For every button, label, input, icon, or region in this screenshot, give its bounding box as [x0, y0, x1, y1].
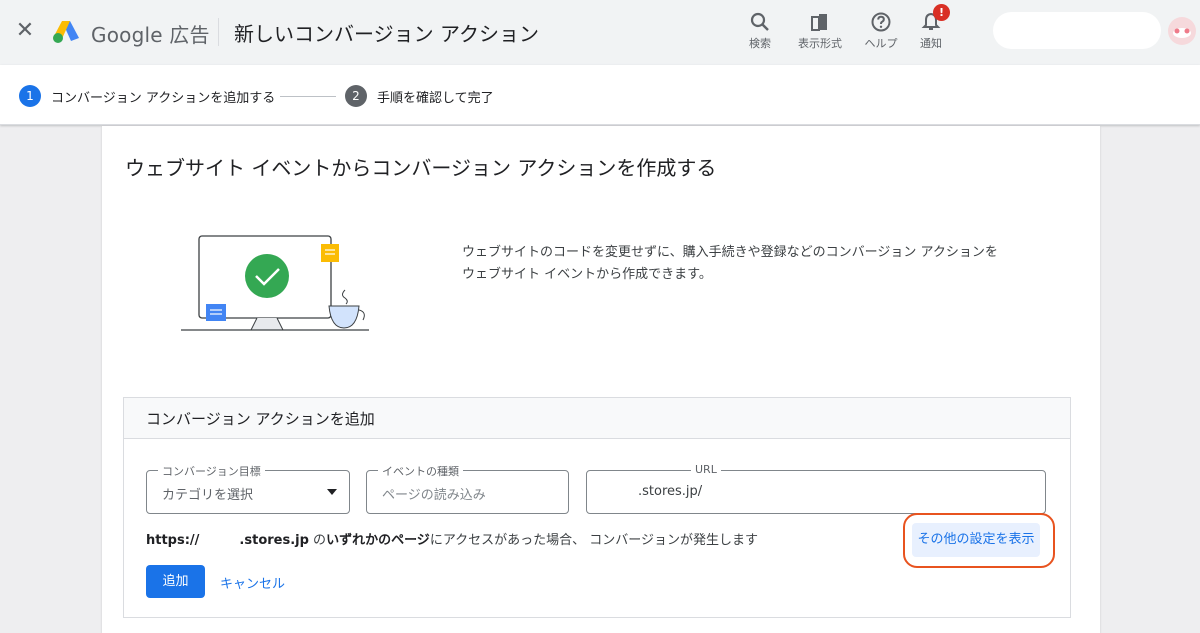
conversion-goal-value: カテゴリを選択 [162, 488, 254, 503]
appearance-tool-label: 表示形式 [798, 37, 842, 50]
event-type-label: イベントの種類 [378, 463, 463, 479]
account-search-field[interactable] [993, 12, 1161, 49]
more-settings-button[interactable]: その他の設定を表示 [912, 523, 1040, 557]
add-conversion-section: コンバージョン アクションを追加 コンバージョン目標 カテゴリを選択 イベントの… [123, 397, 1071, 618]
notifications-tool-button[interactable]: ! 通知 [905, 4, 957, 56]
notice-domain: .stores.jp [239, 533, 309, 548]
search-icon [750, 12, 769, 31]
notification-badge: ! [933, 4, 950, 21]
conversion-goal-select[interactable]: コンバージョン目標 カテゴリを選択 [146, 463, 350, 514]
intro-line-1: ウェブサイトのコードを変更せずに、購入手続きや登録などのコンバージョン アクショ… [462, 245, 998, 260]
notice-mid: の [308, 533, 327, 548]
url-label: URL [691, 463, 721, 476]
appearance-icon [811, 14, 827, 31]
conversion-notice: https:// .stores.jp のいずれかのページにアクセスがあった場合、… [146, 529, 758, 548]
section-title: コンバージョン アクションを追加 [146, 410, 375, 428]
notice-suffix: にアクセスがあった場合、 コンバージョンが発生します [429, 533, 759, 548]
close-icon[interactable]: ✕ [14, 20, 36, 42]
chevron-down-icon [327, 489, 337, 495]
website-conversion-illustration [181, 235, 369, 331]
page-title: 新しいコンバージョン アクション [234, 22, 539, 46]
top-app-bar: ✕ Google 広告 新しいコンバージョン アクション 検索 表示形式 ヘルプ [0, 0, 1200, 65]
event-type-placeholder: ページの読み込み [382, 488, 486, 503]
avatar[interactable] [1168, 17, 1196, 45]
cancel-button[interactable]: キャンセル [220, 573, 285, 592]
step-1-number: 1 [19, 85, 41, 107]
conversion-goal-label: コンバージョン目標 [158, 463, 265, 479]
add-button[interactable]: 追加 [146, 565, 205, 598]
section-header: コンバージョン アクションを追加 [124, 398, 1070, 439]
avatar-image [1173, 28, 1191, 38]
intro-line-2: ウェブサイト イベントから作成できます。 [462, 267, 712, 282]
search-tool-label: 検索 [749, 37, 771, 50]
notifications-tool-label: 通知 [920, 37, 942, 50]
intro-text: ウェブサイトのコードを変更せずに、購入手続きや登録などのコンバージョン アクショ… [462, 242, 1022, 286]
brand-name: Google 広告 [91, 23, 210, 47]
step-2-label: 手順を確認して完了 [377, 91, 494, 106]
help-icon [871, 12, 891, 32]
help-tool-button[interactable]: ヘルプ [855, 8, 907, 56]
card-title: ウェブサイト イベントからコンバージョン アクションを作成する [125, 156, 717, 180]
notice-emphasis: いずれかのページ [326, 533, 430, 548]
event-type-input[interactable]: イベントの種類 ページの読み込み [366, 463, 569, 514]
search-tool-button[interactable]: 検索 [734, 8, 786, 56]
google-ads-logo [53, 21, 79, 43]
step-2-number: 2 [345, 85, 367, 107]
appearance-tool-button[interactable]: 表示形式 [793, 8, 847, 56]
main-card: ウェブサイト イベントからコンバージョン アクションを作成する ウェブサイトのコ… [102, 126, 1100, 633]
url-value: .stores.jp/ [638, 484, 703, 499]
step-connector [280, 96, 336, 97]
notice-prefix: https:// [146, 533, 200, 548]
url-input[interactable]: URL .stores.jp/ [586, 463, 1046, 514]
help-tool-label: ヘルプ [864, 37, 898, 50]
header-divider [218, 18, 219, 46]
progress-stepper: 1 コンバージョン アクションを追加する 2 手順を確認して完了 [0, 65, 1200, 125]
step-1-label: コンバージョン アクションを追加する [51, 91, 276, 106]
